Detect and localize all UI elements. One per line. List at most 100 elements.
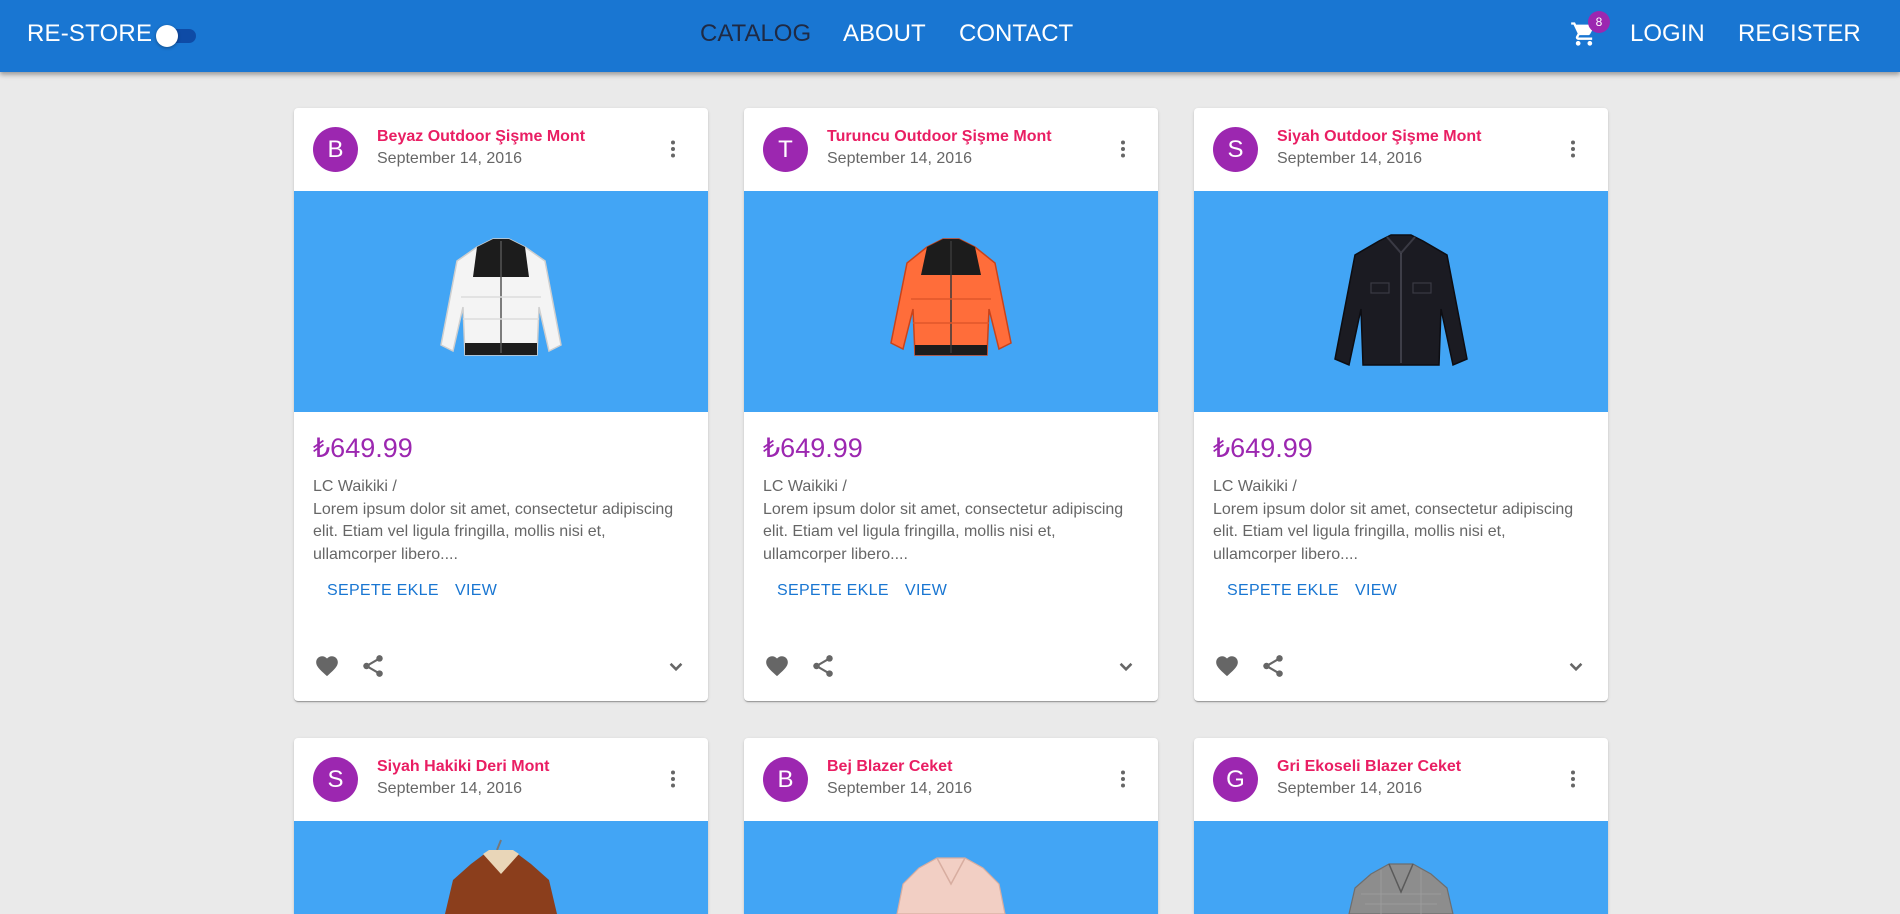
card-header: B Beyaz Outdoor Şişme Mont September 14,…	[294, 108, 708, 191]
product-brand: LC Waikiki /	[1213, 478, 1297, 495]
add-to-cart-button[interactable]: SEPETE EKLE	[1227, 582, 1339, 600]
share-icon	[363, 655, 383, 677]
product-description-text: Lorem ipsum dolor sit amet, consectetur …	[313, 500, 674, 563]
card-header: S Siyah Outdoor Şişme Mont September 14,…	[1194, 108, 1608, 191]
nav-about[interactable]: ABOUT	[843, 20, 926, 48]
product-description: LC Waikiki / Lorem ipsum dolor sit amet,…	[313, 476, 693, 566]
product-card: G Gri Ekoseli Blazer Ceket September 14,…	[1194, 738, 1608, 914]
product-price: ₺649.99	[313, 433, 413, 463]
favorite-button[interactable]	[1211, 650, 1243, 682]
view-button[interactable]: VIEW	[905, 582, 947, 600]
expand-button[interactable]	[1560, 650, 1592, 682]
product-title: Siyah Outdoor Şişme Mont	[1277, 128, 1482, 145]
product-date: September 14, 2016	[1277, 780, 1422, 797]
nav-contact[interactable]: CONTACT	[959, 20, 1073, 48]
share-button[interactable]	[1257, 650, 1289, 682]
favorite-icon	[1216, 656, 1238, 677]
grey-plaid-blazer-image	[1348, 863, 1454, 914]
product-image	[294, 821, 708, 914]
share-button[interactable]	[357, 650, 389, 682]
favorite-button[interactable]	[761, 650, 793, 682]
brand-title: RE-STORE	[27, 20, 153, 47]
more-vert-icon	[671, 770, 675, 788]
card-header: B Bej Blazer Ceket September 14, 2016	[744, 738, 1158, 821]
product-title: Siyah Hakiki Deri Mont	[377, 758, 550, 775]
avatar: B	[763, 757, 808, 802]
share-icon	[813, 655, 833, 677]
favorite-button[interactable]	[311, 650, 343, 682]
more-vert-icon	[1571, 770, 1575, 788]
product-description: LC Waikiki / Lorem ipsum dolor sit amet,…	[763, 476, 1143, 566]
favorite-icon	[316, 656, 338, 677]
product-description-text: Lorem ipsum dolor sit amet, consectetur …	[1213, 500, 1574, 563]
more-vert-icon	[1121, 770, 1125, 788]
avatar: B	[313, 127, 358, 172]
product-title: Bej Blazer Ceket	[827, 758, 953, 775]
more-vert-icon	[671, 140, 675, 158]
product-card: T Turuncu Outdoor Şişme Mont September 1…	[744, 108, 1158, 701]
product-card: B Bej Blazer Ceket September 14, 2016	[744, 738, 1158, 914]
cart-count-badge: 8	[1588, 11, 1610, 33]
product-date: September 14, 2016	[827, 150, 972, 167]
card-header: T Turuncu Outdoor Şişme Mont September 1…	[744, 108, 1158, 191]
product-date: September 14, 2016	[377, 150, 522, 167]
product-price: ₺649.99	[763, 433, 863, 463]
more-options-button[interactable]	[656, 762, 690, 796]
theme-toggle[interactable]	[156, 25, 200, 47]
more-options-button[interactable]	[1556, 132, 1590, 166]
theme-toggle-thumb[interactable]	[156, 25, 178, 47]
product-card: S Siyah Outdoor Şişme Mont September 14,…	[1194, 108, 1608, 701]
product-image	[744, 191, 1158, 412]
product-image	[1194, 191, 1608, 412]
card-header: S Siyah Hakiki Deri Mont September 14, 2…	[294, 738, 708, 821]
product-price: ₺649.99	[1213, 433, 1313, 463]
product-title: Turuncu Outdoor Şişme Mont	[827, 128, 1052, 145]
product-image	[1194, 821, 1608, 914]
more-options-button[interactable]	[656, 132, 690, 166]
product-brand: LC Waikiki /	[763, 478, 847, 495]
expand-more-icon	[669, 662, 683, 672]
add-to-cart-button[interactable]: SEPETE EKLE	[777, 582, 889, 600]
avatar: T	[763, 127, 808, 172]
avatar: S	[1213, 127, 1258, 172]
expand-more-icon	[1119, 662, 1133, 672]
product-title: Beyaz Outdoor Şişme Mont	[377, 128, 586, 145]
white-puffer-jacket-image	[440, 237, 562, 356]
app-bar: RE-STORE CATALOG ABOUT CONTACT 8 LOGIN R…	[0, 0, 1900, 72]
beige-blazer-image	[896, 857, 1006, 914]
product-date: September 14, 2016	[377, 780, 522, 797]
register-link[interactable]: REGISTER	[1738, 20, 1861, 48]
expand-button[interactable]	[660, 650, 692, 682]
black-jacket-image	[1334, 233, 1468, 366]
product-description: LC Waikiki / Lorem ipsum dolor sit amet,…	[1213, 476, 1593, 566]
nav-catalog[interactable]: CATALOG	[700, 20, 811, 48]
product-image	[744, 821, 1158, 914]
avatar: G	[1213, 757, 1258, 802]
product-image	[294, 191, 708, 412]
product-description-text: Lorem ipsum dolor sit amet, consectetur …	[763, 500, 1124, 563]
login-link[interactable]: LOGIN	[1630, 20, 1705, 48]
product-brand: LC Waikiki /	[313, 478, 397, 495]
expand-button[interactable]	[1110, 650, 1142, 682]
share-button[interactable]	[807, 650, 839, 682]
view-button[interactable]: VIEW	[1355, 582, 1397, 600]
product-title: Gri Ekoseli Blazer Ceket	[1277, 758, 1462, 775]
share-icon	[1263, 655, 1283, 677]
view-button[interactable]: VIEW	[455, 582, 497, 600]
favorite-icon	[766, 656, 788, 677]
add-to-cart-button[interactable]: SEPETE EKLE	[327, 582, 439, 600]
brown-leather-jacket-image	[445, 839, 557, 914]
product-card: S Siyah Hakiki Deri Mont September 14, 2…	[294, 738, 708, 914]
more-vert-icon	[1571, 140, 1575, 158]
product-card: B Beyaz Outdoor Şişme Mont September 14,…	[294, 108, 708, 701]
more-options-button[interactable]	[1106, 132, 1140, 166]
avatar: S	[313, 757, 358, 802]
more-vert-icon	[1121, 140, 1125, 158]
more-options-button[interactable]	[1106, 762, 1140, 796]
product-date: September 14, 2016	[827, 780, 972, 797]
card-header: G Gri Ekoseli Blazer Ceket September 14,…	[1194, 738, 1608, 821]
expand-more-icon	[1569, 662, 1583, 672]
more-options-button[interactable]	[1556, 762, 1590, 796]
product-date: September 14, 2016	[1277, 150, 1422, 167]
orange-puffer-jacket-image	[890, 237, 1012, 356]
